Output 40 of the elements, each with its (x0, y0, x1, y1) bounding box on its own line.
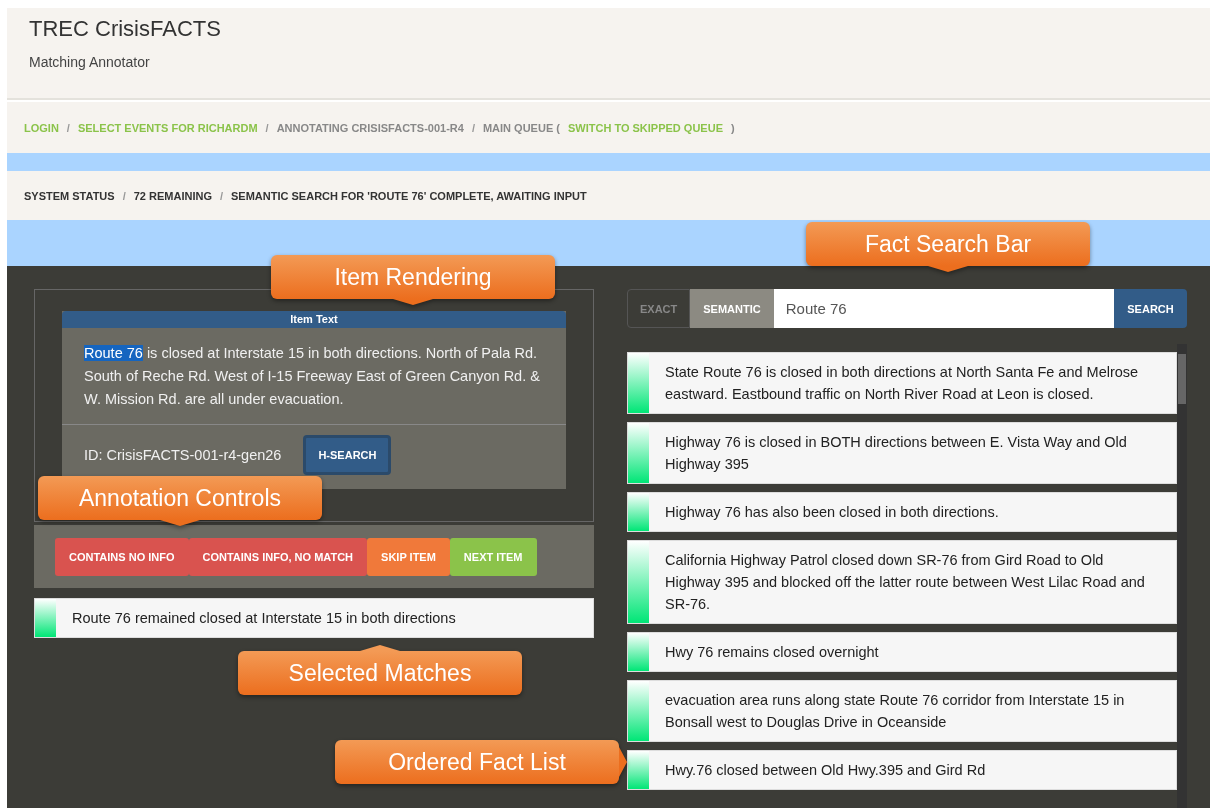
fact-item[interactable]: Highway 76 is closed in BOTH directions between E. Vista Way and Old Highway 395 (627, 422, 1177, 484)
fact-item[interactable]: Highway 76 has also been closed in both directions. (627, 492, 1177, 532)
breadcrumb-text: MAIN QUEUE ( (482, 121, 560, 134)
status-separator: / (219, 189, 224, 202)
fact-item[interactable]: Hwy.76 closed between Old Hwy.395 and Gird Rd (627, 750, 1177, 790)
callout-pointer-icon (928, 266, 968, 272)
app-subtitle: Matching Annotator (29, 54, 151, 70)
callout-pointer-icon (619, 747, 627, 777)
breadcrumb-text: ANNOTATING CRISISFACTS-001-R4 (276, 121, 464, 134)
callout-pointer-icon (160, 520, 200, 526)
search-button[interactable]: SEARCH (1114, 289, 1187, 328)
callout-pointer-icon (360, 645, 400, 651)
breadcrumb-text: ) (731, 121, 735, 134)
status-text: 72 REMAINING (133, 189, 212, 202)
fact-item[interactable]: State Route 76 is closed in both directions at North Santa Fe and Melrose eastward. Eastbound traffic on North River Road at Leon is closed. (627, 352, 1177, 414)
annotation-button[interactable]: CONTAINS NO INFO (55, 537, 189, 576)
scrollbar[interactable] (1177, 344, 1187, 808)
breadcrumb-separator: / (471, 121, 475, 134)
fact-item[interactable]: California Highway Patrol closed down SR-76 from Gird Road to Old Highway 395 and blocked off the latter route between West Lilac Road and SR-76. (627, 540, 1177, 624)
item-text: Route 76 is closed at Interstate 15 in both directions. North of Pala Rd. South of Reche Rd. West of I-15 Freeway East of Green Canyon Rd. & W. Mission Rd. are all under evacuation. (62, 328, 566, 425)
callout-tooltip: Fact Search Bar (806, 222, 1090, 272)
callout-tooltip: Selected Matches (238, 645, 522, 695)
fact-item[interactable]: evacuation area runs along state Route 76 corridor from Interstate 15 in Bonsall west to Douglas Drive in Oceanside (627, 680, 1177, 742)
search-field[interactable]: Route 76 (773, 289, 1114, 328)
item-card-header: Item Text (62, 311, 566, 328)
callout-tooltip: Item Rendering (271, 255, 555, 305)
callout-tooltip: Ordered Fact List (335, 740, 627, 784)
callout-tooltip: Annotation Controls (38, 476, 322, 526)
status-text: SEMANTIC SEARCH FOR 'ROUTE 76' COMPLETE, AWAITING INPUT (231, 189, 587, 202)
selected-match[interactable]: Route 76 remained closed at Interstate 15 in both directions (34, 598, 594, 638)
h-search-button[interactable]: H-SEARCH (303, 435, 392, 475)
callout-pointer-icon (393, 299, 433, 305)
status-separator: / (122, 189, 126, 202)
fact-item[interactable]: Hwy 76 remains closed overnight (627, 632, 1177, 672)
status-text: SYSTEM STATUS (24, 189, 115, 202)
breadcrumb-separator: / (66, 121, 70, 134)
app-title: TREC CrisisFACTS (29, 16, 222, 42)
item-id: ID: CrisisFACTS-001-r4-gen26 (84, 447, 282, 463)
annotation-button[interactable]: CONTAINS INFO, NO MATCH (188, 537, 368, 576)
breadcrumb-separator: / (265, 121, 269, 134)
